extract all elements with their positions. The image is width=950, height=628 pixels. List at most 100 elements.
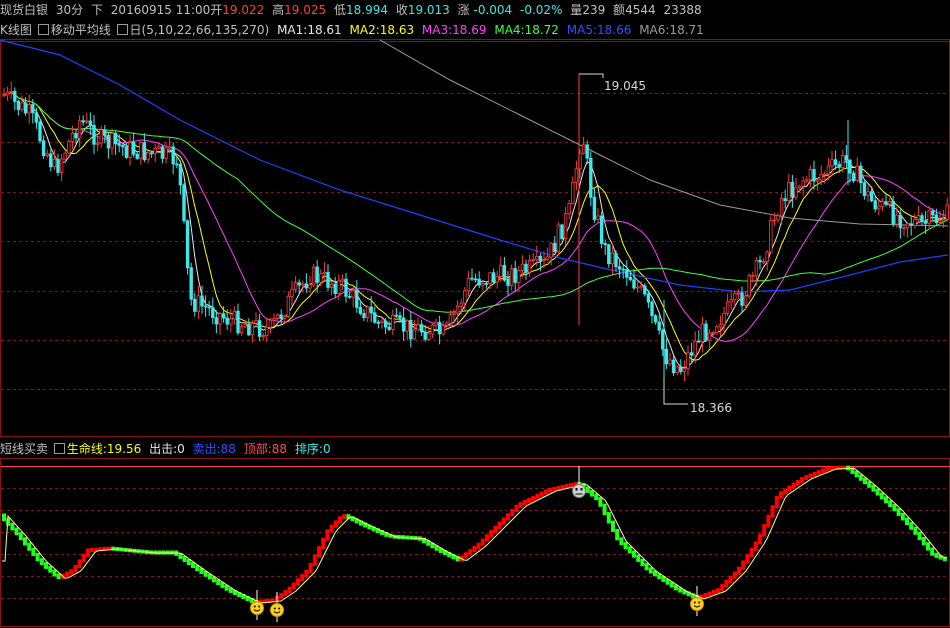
candle-body[interactable] — [898, 214, 903, 229]
candle-body[interactable] — [769, 220, 773, 253]
candle-body[interactable] — [149, 152, 154, 155]
candle-body[interactable] — [776, 215, 780, 221]
candle-body[interactable] — [920, 215, 924, 222]
candle-body[interactable] — [592, 196, 597, 220]
candle-body[interactable] — [830, 159, 834, 167]
skull-face-icon[interactable] — [572, 466, 586, 498]
candle-body[interactable] — [646, 293, 651, 303]
candle-body[interactable] — [23, 102, 28, 114]
candle-body[interactable] — [391, 314, 395, 330]
candle-body[interactable] — [286, 295, 291, 318]
candle-body[interactable] — [110, 132, 114, 149]
candle-body[interactable] — [448, 314, 453, 324]
candle-body[interactable] — [74, 132, 78, 139]
candle-body[interactable] — [131, 141, 136, 155]
candle-body[interactable] — [272, 318, 276, 321]
candle-body[interactable] — [553, 242, 557, 252]
candle-body[interactable] — [452, 312, 456, 315]
candle-body[interactable] — [527, 260, 532, 273]
candle-body[interactable] — [466, 277, 471, 292]
candle-body[interactable] — [45, 153, 49, 157]
candle-body[interactable] — [765, 251, 769, 262]
candle-body[interactable] — [614, 252, 618, 268]
candle-body[interactable] — [412, 329, 417, 340]
candle-body[interactable] — [916, 215, 921, 221]
candle-body[interactable] — [736, 292, 741, 295]
candle-body[interactable] — [574, 168, 579, 183]
candle-body[interactable] — [880, 201, 885, 207]
candle-body[interactable] — [855, 165, 859, 182]
candle-body[interactable] — [797, 185, 802, 189]
candle-body[interactable] — [373, 312, 377, 323]
candle-body[interactable] — [610, 252, 615, 265]
candle-body[interactable] — [153, 147, 157, 154]
candle-body[interactable] — [689, 352, 694, 356]
candle-body[interactable] — [20, 102, 24, 110]
candle-body[interactable] — [513, 268, 517, 283]
candle-body[interactable] — [67, 140, 71, 154]
candle-body[interactable] — [117, 143, 121, 146]
candle-body[interactable] — [722, 312, 726, 326]
smiley-face-icon[interactable] — [690, 586, 704, 616]
smiley-face-icon[interactable] — [250, 590, 264, 620]
candle-body[interactable] — [322, 271, 327, 275]
candle-body[interactable] — [488, 272, 492, 285]
candle-body[interactable] — [927, 210, 931, 224]
candle-body[interactable] — [5, 91, 10, 96]
candle-body[interactable] — [823, 173, 827, 176]
candle-body[interactable] — [9, 90, 13, 93]
candle-body[interactable] — [340, 278, 345, 282]
candle-body[interactable] — [621, 268, 625, 271]
candle-body[interactable] — [815, 179, 820, 182]
candle-body[interactable] — [218, 313, 222, 325]
candle-body[interactable] — [185, 220, 190, 269]
candle-body[interactable] — [275, 314, 280, 319]
candle-body[interactable] — [617, 266, 622, 270]
candle-body[interactable] — [895, 214, 899, 225]
candle-body[interactable] — [34, 112, 39, 123]
candle-body[interactable] — [121, 145, 125, 148]
candle-body[interactable] — [913, 219, 917, 226]
candle-body[interactable] — [103, 129, 107, 136]
candle-body[interactable] — [905, 223, 910, 229]
candle-body[interactable] — [571, 181, 575, 204]
candle-body[interactable] — [477, 278, 481, 286]
candle-body[interactable] — [239, 326, 244, 334]
candle-body[interactable] — [236, 310, 240, 334]
candle-body[interactable] — [99, 129, 103, 144]
period-label[interactable]: 30分 — [56, 0, 83, 20]
candle-body[interactable] — [311, 266, 316, 286]
candle-body[interactable] — [643, 285, 647, 295]
candle-body[interactable] — [283, 316, 287, 319]
candle-body[interactable] — [826, 165, 831, 175]
candle-body[interactable] — [938, 220, 942, 223]
candle-body[interactable] — [401, 317, 406, 332]
candle-body[interactable] — [16, 100, 21, 110]
candle-body[interactable] — [545, 256, 550, 260]
candle-body[interactable] — [697, 340, 701, 343]
candle-body[interactable] — [297, 282, 301, 286]
candle-body[interactable] — [729, 299, 733, 303]
candle-body[interactable] — [95, 142, 100, 145]
candle-body[interactable] — [243, 324, 247, 328]
candle-body[interactable] — [909, 223, 913, 226]
candle-body[interactable] — [196, 295, 201, 312]
candle-body[interactable] — [189, 267, 193, 300]
candle-body[interactable] — [214, 317, 219, 325]
candle-body[interactable] — [441, 324, 445, 335]
candle-body[interactable] — [178, 164, 183, 186]
candle-body[interactable] — [481, 283, 485, 286]
candle-body[interactable] — [779, 198, 784, 217]
candle-body[interactable] — [751, 274, 755, 277]
candle-body[interactable] — [445, 322, 449, 326]
candle-body[interactable] — [743, 295, 748, 306]
candle-body[interactable] — [207, 306, 211, 309]
candle-body[interactable] — [77, 120, 82, 139]
candle-body[interactable] — [31, 104, 35, 114]
candle-body[interactable] — [455, 306, 460, 314]
candle-body[interactable] — [398, 315, 402, 319]
candle-body[interactable] — [542, 259, 546, 262]
candle-body[interactable] — [211, 307, 215, 319]
candle-body[interactable] — [142, 142, 147, 161]
candle-body[interactable] — [772, 219, 777, 222]
